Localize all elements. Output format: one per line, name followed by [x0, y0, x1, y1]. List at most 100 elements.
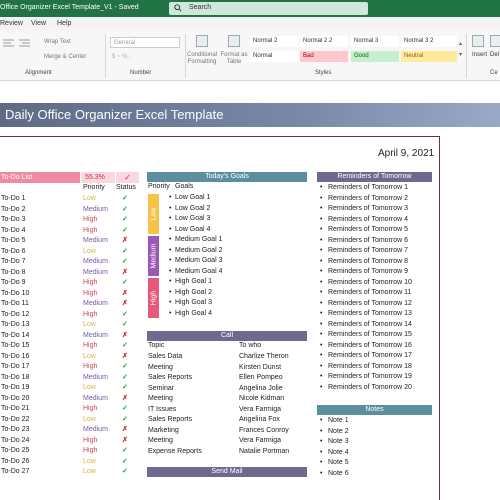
check-icon[interactable]: ✓ — [122, 383, 134, 394]
list-item[interactable]: • Reminders of Tomorrow 15 — [318, 330, 432, 341]
table-row[interactable]: Seminar Angelina Jolie — [147, 384, 307, 395]
todo-priority[interactable]: High — [83, 362, 115, 373]
goal-text[interactable]: Low Goal 1 — [175, 193, 210, 204]
todo-priority[interactable]: Low — [83, 194, 115, 205]
cross-icon[interactable]: ✗ — [122, 268, 134, 279]
table-row[interactable]: To-Do 16 Low ✗ — [0, 352, 139, 363]
check-icon[interactable]: ✓ — [122, 215, 134, 226]
list-item[interactable]: • Medium Goal 2 — [167, 246, 307, 257]
style-normal-3[interactable]: Normal 3 — [351, 36, 399, 47]
reminder-text[interactable]: Reminders of Tomorrow 15 — [328, 330, 412, 341]
todo-task[interactable]: To-Do 4 — [1, 226, 81, 237]
todo-task[interactable]: To-Do 11 — [1, 299, 81, 310]
goal-text[interactable]: Low Goal 4 — [175, 225, 210, 236]
check-icon[interactable]: ✓ — [122, 320, 134, 331]
delete-cells-icon[interactable] — [490, 35, 500, 47]
check-icon[interactable]: ✓ — [122, 310, 134, 321]
call-topic[interactable]: Sales Reports — [148, 373, 236, 384]
align-icon[interactable] — [2, 38, 14, 50]
reminder-text[interactable]: Reminders of Tomorrow 16 — [328, 341, 412, 352]
table-row[interactable]: Sales Data Charlize Theron — [147, 352, 307, 363]
styles-scroll-up-icon[interactable]: ▴ — [459, 40, 462, 47]
call-to-header[interactable]: To who — [239, 341, 261, 352]
style-normal[interactable]: Normal — [250, 51, 298, 62]
goals-goals-header[interactable]: Goals — [175, 182, 193, 193]
list-item[interactable]: • Low Goal 1 — [167, 193, 307, 204]
todo-priority-header[interactable]: Priority — [83, 183, 105, 194]
note-text[interactable]: Note 3 — [328, 437, 349, 448]
reminder-text[interactable]: Reminders of Tomorrow 7 — [328, 246, 408, 257]
todo-task[interactable]: To-Do 3 — [1, 215, 81, 226]
todo-task[interactable]: To-Do 26 — [1, 457, 81, 468]
check-icon[interactable]: ✓ — [122, 415, 134, 426]
table-row[interactable]: To-Do 6 Low ✓ — [0, 247, 139, 258]
list-item[interactable]: • Reminders of Tomorrow 6 — [318, 236, 432, 247]
table-row[interactable]: To-Do 5 Medium ✗ — [0, 236, 139, 247]
search-box[interactable]: Search — [169, 2, 368, 15]
todo-task[interactable]: To-Do 18 — [1, 373, 81, 384]
tab-review[interactable]: Review — [0, 20, 23, 27]
cross-icon[interactable]: ✗ — [122, 394, 134, 405]
reminder-text[interactable]: Reminders of Tomorrow 14 — [328, 320, 412, 331]
todo-priority[interactable]: Low — [83, 320, 115, 331]
table-row[interactable]: To-Do 2 Medium ✓ — [0, 205, 139, 216]
todo-task[interactable]: To-Do 13 — [1, 320, 81, 331]
call-recipient[interactable]: Frances Conroy — [239, 426, 307, 437]
list-item[interactable]: • Reminders of Tomorrow 12 — [318, 299, 432, 310]
table-row[interactable]: To-Do 22 Low ✓ — [0, 415, 139, 426]
tab-view[interactable]: View — [31, 20, 46, 27]
style-normal-2[interactable]: Normal 2 — [250, 36, 298, 47]
todo-task[interactable]: To-Do 23 — [1, 425, 81, 436]
conditional-formatting-button[interactable]: Conditional Formatting — [186, 52, 218, 66]
call-recipient[interactable]: Kirsten Dunst — [239, 363, 307, 374]
merge-center-button[interactable]: Merge & Center — [44, 54, 86, 60]
date-cell[interactable]: April 9, 2021 — [378, 148, 434, 159]
check-icon[interactable]: ✓ — [122, 457, 134, 468]
todo-priority[interactable]: Medium — [83, 394, 115, 405]
indent-icon[interactable] — [18, 38, 30, 50]
reminder-text[interactable]: Reminders of Tomorrow 2 — [328, 194, 408, 205]
call-recipient[interactable]: Natalie Portman — [239, 447, 307, 458]
check-icon[interactable]: ✓ — [122, 341, 134, 352]
list-item[interactable]: • Reminders of Tomorrow 16 — [318, 341, 432, 352]
wrap-text-button[interactable]: Wrap Text — [44, 39, 71, 45]
todo-priority[interactable]: High — [83, 341, 115, 352]
call-topic[interactable]: IT Issues — [148, 405, 236, 416]
todo-task[interactable]: To-Do 24 — [1, 436, 81, 447]
todo-priority[interactable]: High — [83, 446, 115, 457]
todo-priority[interactable]: Low — [83, 415, 115, 426]
todo-task[interactable]: To-Do 27 — [1, 467, 81, 478]
table-row[interactable]: To-Do 23 Medium ✗ — [0, 425, 139, 436]
check-icon[interactable]: ✓ — [122, 205, 134, 216]
list-item[interactable]: • Low Goal 4 — [167, 225, 307, 236]
todo-priority[interactable]: Low — [83, 352, 115, 363]
call-recipient[interactable]: Vera Farmiga — [239, 436, 307, 447]
cross-icon[interactable]: ✗ — [122, 425, 134, 436]
todo-priority[interactable]: Low — [83, 383, 115, 394]
reminder-text[interactable]: Reminders of Tomorrow 18 — [328, 362, 412, 373]
todo-task[interactable]: To-Do 25 — [1, 446, 81, 457]
call-recipient[interactable]: Charlize Theron — [239, 352, 307, 363]
list-item[interactable]: • Medium Goal 1 — [167, 235, 307, 246]
table-row[interactable]: Sales Reports Ellen Pompeo — [147, 373, 307, 384]
todo-title[interactable]: To-Do List — [0, 172, 80, 183]
call-recipient[interactable]: Vera Farmiga — [239, 405, 307, 416]
todo-task[interactable]: To-Do 12 — [1, 310, 81, 321]
check-icon[interactable]: ✓ — [122, 278, 134, 289]
list-item[interactable]: • Reminders of Tomorrow 13 — [318, 309, 432, 320]
todo-priority[interactable]: High — [83, 289, 115, 300]
list-item[interactable]: • Reminders of Tomorrow 10 — [318, 278, 432, 289]
call-topic[interactable]: Meeting — [148, 363, 236, 374]
goals-priority-header[interactable]: Priority — [148, 182, 170, 193]
note-text[interactable]: Note 5 — [328, 458, 349, 469]
reminder-text[interactable]: Reminders of Tomorrow 1 — [328, 183, 408, 194]
style-normal-3-2[interactable]: Normal 3 2 — [401, 36, 457, 47]
list-item[interactable]: • Reminders of Tomorrow 3 — [318, 204, 432, 215]
table-row[interactable]: To-Do 3 High ✓ — [0, 215, 139, 226]
table-row[interactable]: To-Do 18 Medium ✓ — [0, 373, 139, 384]
goal-text[interactable]: Medium Goal 4 — [175, 267, 222, 278]
todo-priority[interactable]: Low — [83, 457, 115, 468]
list-item[interactable]: • Note 6 — [318, 469, 432, 480]
call-topic[interactable]: Marketing — [148, 426, 236, 437]
todo-task[interactable]: To-Do 22 — [1, 415, 81, 426]
